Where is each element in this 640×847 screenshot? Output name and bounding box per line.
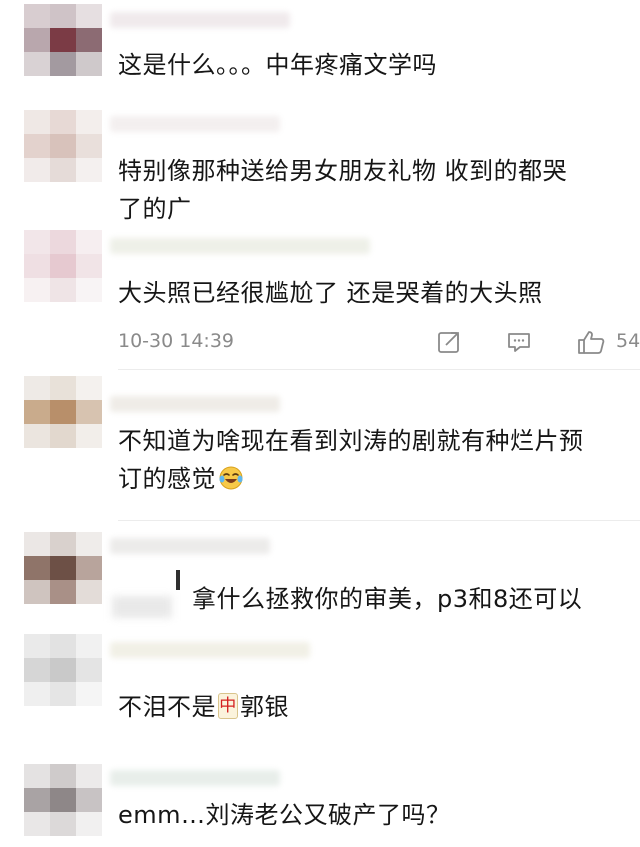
avatar[interactable] <box>24 634 104 706</box>
username-redacted <box>110 770 280 786</box>
username-redacted <box>110 12 290 28</box>
username-redacted <box>110 238 370 254</box>
comment-text: 拿什么拯救你的审美，p3和8还可以 <box>192 585 583 613</box>
comment-text: 特别像那种送给男女朋友礼物 收到的都哭 了的广 <box>118 157 568 223</box>
comment-item[interactable]: 这是什么。。。中年疼痛文学吗 <box>0 0 640 106</box>
like-count: 54 <box>616 330 640 352</box>
avatar[interactable] <box>24 532 104 604</box>
comment-item[interactable]: 拿什么拯救你的审美，p3和8还可以 <box>0 526 640 630</box>
avatar[interactable] <box>24 4 104 76</box>
comment-meta: 10-30 14:39 54 <box>118 327 640 357</box>
share-icon[interactable] <box>436 329 462 355</box>
comment-text: 不泪不是中郭银 <box>118 693 289 721</box>
comment-item[interactable]: 不知道为啥现在看到刘涛的剧就有种烂片预 订的感觉 <box>0 370 640 526</box>
thumbs-up-icon[interactable] <box>576 329 606 355</box>
comment-text: 这是什么。。。中年疼痛文学吗 <box>118 51 437 79</box>
reply-indicator <box>176 570 180 590</box>
reply-label-redacted <box>112 596 172 618</box>
comment-text: 大头照已经很尴尬了 还是哭着的大头照 <box>118 279 543 307</box>
divider <box>118 520 640 521</box>
username-redacted <box>110 642 310 658</box>
comment-icon[interactable] <box>506 329 532 355</box>
username-redacted <box>110 538 270 554</box>
avatar[interactable] <box>24 376 104 448</box>
avatar[interactable] <box>24 230 104 302</box>
avatar[interactable] <box>24 110 104 182</box>
comment-item[interactable]: 不泪不是中郭银 <box>0 630 640 740</box>
comment-item[interactable]: emm…刘涛老公又破产了吗？ <box>0 740 640 847</box>
username-redacted <box>110 396 280 412</box>
avatar[interactable] <box>24 764 104 836</box>
laughing-crying-emoji-icon <box>219 466 243 490</box>
comment-text: 不知道为啥现在看到刘涛的剧就有种烂片预 订的感觉 <box>118 427 584 493</box>
comment-text: emm…刘涛老公又破产了吗？ <box>118 801 451 829</box>
comment-feed: 这是什么。。。中年疼痛文学吗 特别像那种送给男女朋友礼物 收到的都哭 了的广 大… <box>0 0 640 847</box>
username-redacted <box>110 116 280 132</box>
comment-item[interactable]: 大头照已经很尴尬了 还是哭着的大头照 10-30 14:39 54 <box>0 226 640 370</box>
comment-item[interactable]: 特别像那种送给男女朋友礼物 收到的都哭 了的广 <box>0 106 640 226</box>
mahjong-tile-icon: 中 <box>218 693 238 719</box>
comment-time: 10-30 14:39 <box>118 330 235 352</box>
